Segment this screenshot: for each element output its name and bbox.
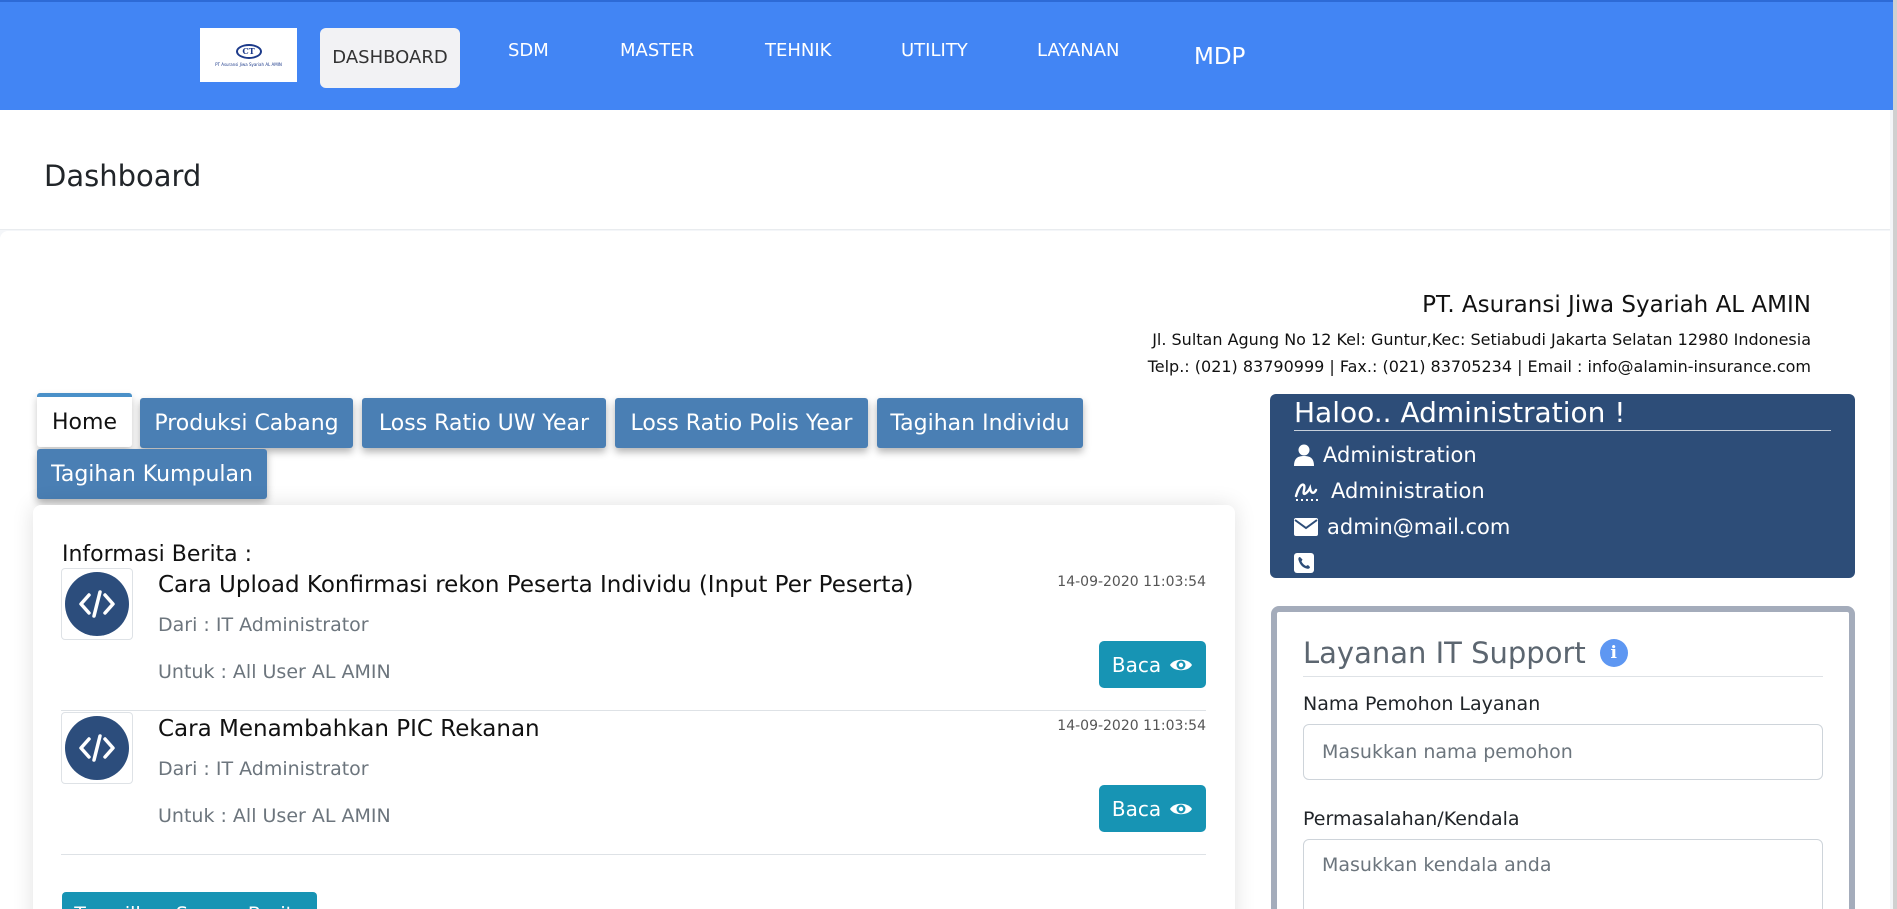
tab-produksi-cabang[interactable]: Produksi Cabang — [140, 398, 353, 448]
user-icon — [1294, 444, 1314, 466]
tab-loss-ratio-polis-year[interactable]: Loss Ratio Polis Year — [615, 398, 868, 448]
news-title[interactable]: Cara Upload Konfirmasi rekon Peserta Ind… — [158, 572, 914, 598]
code-icon — [61, 568, 133, 640]
profile-signature: Administration — [1331, 479, 1485, 503]
tab-tagihan-kumpulan[interactable]: Tagihan Kumpulan — [37, 449, 267, 499]
page-title: Dashboard — [44, 159, 202, 193]
news-from: Dari : IT Administrator — [158, 614, 369, 636]
profile-email: admin@mail.com — [1327, 515, 1511, 539]
news-item: Cara Menambahkan PIC Rekanan 14-09-2020 … — [61, 712, 1206, 855]
phone-icon — [1294, 553, 1314, 573]
profile-name: Administration — [1323, 443, 1477, 467]
profile-email-row: admin@mail.com — [1294, 509, 1831, 545]
nav-master[interactable]: MASTER — [620, 42, 694, 60]
company-logo[interactable]: CT PT Asuransi Jiwa Syariah AL AMIN — [200, 28, 297, 82]
window-scrollbar[interactable] — [1893, 0, 1897, 909]
news-heading: Informasi Berita : — [62, 542, 253, 567]
nav-dashboard[interactable]: DASHBOARD — [320, 28, 460, 88]
show-all-news-button[interactable]: Tampilkan Semua Berita — [62, 892, 317, 909]
eye-icon — [1170, 659, 1193, 670]
main-content: PT. Asuransi Jiwa Syariah AL AMIN Jl. Su… — [0, 231, 1890, 909]
nav-utility[interactable]: UTILITY — [901, 42, 968, 60]
nav-tehnik[interactable]: TEHNIK — [765, 42, 831, 60]
profile-greeting: Haloo.. Administration ! — [1294, 394, 1831, 431]
news-item: Cara Upload Konfirmasi rekon Peserta Ind… — [61, 568, 1206, 711]
profile-signature-row: Administration — [1294, 473, 1831, 509]
it-support-card: Layanan IT Support i Nama Pemohon Layana… — [1271, 606, 1855, 909]
tab-home[interactable]: Home — [37, 393, 132, 447]
profile-name-row: Administration — [1294, 437, 1831, 473]
company-info: PT. Asuransi Jiwa Syariah AL AMIN Jl. Su… — [1148, 292, 1811, 380]
news-date: 14-09-2020 11:03:54 — [1057, 574, 1206, 590]
read-button[interactable]: Baca — [1099, 785, 1206, 832]
company-address: Jl. Sultan Agung No 12 Kel: Guntur,Kec: … — [1152, 330, 1811, 349]
profile-phone-row — [1294, 545, 1831, 581]
applicant-name-label: Nama Pemohon Layanan — [1303, 693, 1541, 715]
logo-text: PT Asuransi Jiwa Syariah AL AMIN — [215, 61, 282, 67]
company-name: PT. Asuransi Jiwa Syariah AL AMIN — [1422, 292, 1811, 318]
news-to: Untuk : All User AL AMIN — [158, 661, 391, 683]
read-button-label: Baca — [1111, 652, 1162, 677]
eye-icon — [1170, 803, 1193, 814]
code-icon — [61, 712, 133, 784]
news-card: Informasi Berita : Cara Upload Konfirmas… — [33, 505, 1235, 909]
issue-textarea[interactable] — [1303, 839, 1823, 909]
info-icon[interactable]: i — [1599, 639, 1628, 667]
issue-label: Permasalahan/Kendala — [1303, 808, 1520, 830]
support-title: Layanan IT Support — [1303, 636, 1586, 670]
envelope-icon — [1294, 518, 1318, 536]
signature-icon — [1294, 483, 1320, 501]
read-button-label: Baca — [1111, 796, 1162, 821]
logo-mark-icon: CT — [235, 43, 262, 59]
applicant-name-input[interactable] — [1303, 724, 1823, 780]
profile-card: Haloo.. Administration ! Administration … — [1270, 394, 1855, 578]
page-header: Dashboard — [0, 110, 1890, 230]
read-button[interactable]: Baca — [1099, 641, 1206, 688]
news-from: Dari : IT Administrator — [158, 758, 369, 780]
news-to: Untuk : All User AL AMIN — [158, 805, 391, 827]
company-contact: Telp.: (021) 83790999 | Fax.: (021) 8370… — [1147, 357, 1811, 376]
news-date: 14-09-2020 11:03:54 — [1057, 718, 1206, 734]
top-navbar: CT PT Asuransi Jiwa Syariah AL AMIN DASH… — [0, 0, 1897, 110]
tab-loss-ratio-uw-year[interactable]: Loss Ratio UW Year — [362, 398, 606, 448]
nav-sdm[interactable]: SDM — [508, 42, 549, 60]
news-title[interactable]: Cara Menambahkan PIC Rekanan — [158, 716, 540, 742]
nav-mdp[interactable]: MDP — [1194, 46, 1245, 69]
support-title-row: Layanan IT Support i — [1303, 636, 1823, 677]
nav-layanan[interactable]: LAYANAN — [1037, 42, 1120, 60]
tab-tagihan-individu[interactable]: Tagihan Individu — [877, 398, 1083, 448]
